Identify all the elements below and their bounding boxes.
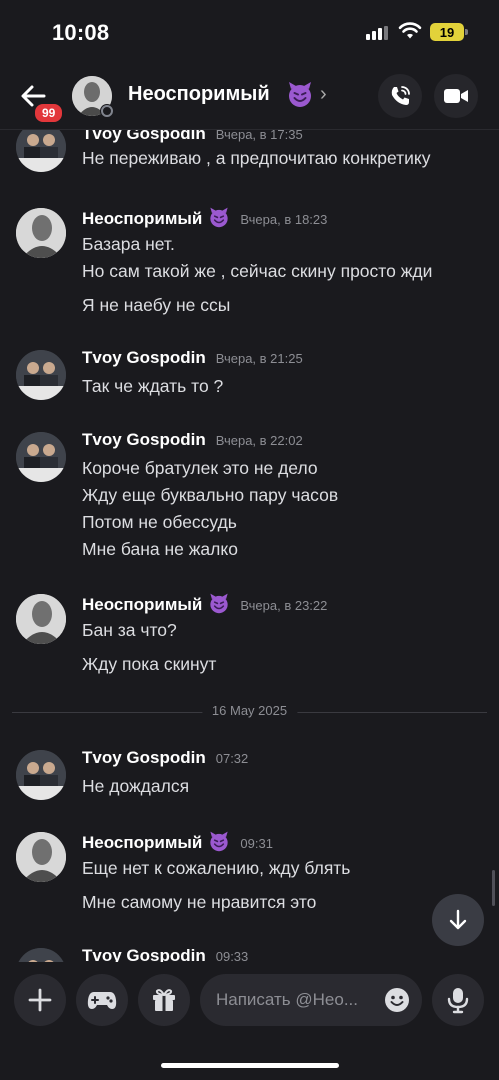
message-text: Короче братулек это не дело — [82, 458, 318, 478]
message-timestamp: Вчера, в 23:22 — [240, 598, 328, 613]
video-camera-icon — [444, 89, 468, 103]
chat-header: 99 Неоспоримый › — [0, 66, 499, 130]
activities-button[interactable] — [76, 974, 128, 1026]
message-author[interactable]: Неоспоримый 09:31 — [82, 830, 273, 853]
unread-badge: 99 — [33, 102, 65, 124]
message-list[interactable]: Tvoy Gospodin Вчера, в 17:35 Не переживаю… — [0, 130, 499, 962]
avatar[interactable] — [16, 832, 66, 882]
message-author[interactable]: Неоспоримый Вчера, в 18:23 — [82, 206, 327, 229]
smiling-devil-emoji-icon — [210, 831, 229, 852]
signal-icon — [366, 26, 388, 40]
message-text: Жду еще буквально пару часов — [82, 485, 339, 505]
message-timestamp: Вчера, в 21:25 — [215, 351, 303, 366]
message-timestamp: Вчера, в 22:02 — [215, 433, 303, 448]
message-timestamp: 07:32 — [215, 751, 249, 766]
call-button[interactable] — [378, 74, 422, 118]
chevron-right-icon[interactable]: › — [320, 83, 327, 106]
message-text: Жду пока скинут — [82, 654, 217, 674]
avatar[interactable] — [16, 594, 66, 644]
smiling-devil-emoji-icon — [289, 82, 311, 107]
video-call-button[interactable] — [434, 74, 478, 118]
jump-to-latest-button[interactable] — [432, 894, 484, 946]
avatar[interactable] — [16, 130, 66, 172]
phone-call-icon — [391, 86, 410, 105]
message-timestamp: Вчера, в 17:35 — [215, 130, 303, 142]
arrow-down-icon — [449, 909, 467, 930]
smiling-devil-emoji-icon — [210, 593, 229, 614]
date-divider: 16 May 2025 — [12, 702, 487, 722]
status-bar: 10:08 19 — [0, 0, 499, 66]
message-text: Не дождался — [82, 776, 190, 796]
message-text: Еще нет к сожалению, жду блять — [82, 858, 351, 878]
message-author[interactable]: Tvoy Gospodin Вчера, в 22:02 — [82, 430, 303, 450]
message-text: Так че ждать то ? — [82, 376, 224, 396]
contact-name[interactable]: Неоспоримый — [128, 83, 270, 106]
avatar[interactable] — [16, 208, 66, 258]
smiling-devil-emoji-icon — [210, 207, 229, 228]
message-text: Но сам такой же , сейчас скину просто жд… — [82, 261, 433, 281]
battery-indicator: 19 — [430, 23, 468, 41]
emoji-icon[interactable] — [384, 987, 410, 1013]
message-author[interactable]: Tvoy Gospodin 09:33 — [82, 946, 248, 962]
status-time: 10:08 — [52, 20, 110, 45]
message-input[interactable] — [216, 974, 374, 1026]
gamepad-icon — [87, 992, 117, 1009]
message-author[interactable]: Неоспоримый Вчера, в 23:22 — [82, 592, 327, 615]
message-text: Мне бана не жалко — [82, 539, 238, 559]
home-indicator — [161, 1063, 339, 1068]
message-text: Потом не обессудь — [82, 512, 237, 532]
message-text: Я не наебу не ссы — [82, 295, 231, 315]
scrollbar[interactable] — [492, 870, 495, 906]
avatar[interactable] — [16, 948, 66, 962]
voice-message-button[interactable] — [432, 974, 484, 1026]
plus-icon — [28, 988, 52, 1012]
microphone-icon — [447, 988, 469, 1014]
message-timestamp: 09:31 — [240, 836, 273, 851]
message-input-container[interactable] — [200, 974, 422, 1026]
avatar[interactable] — [16, 432, 66, 482]
presence-offline-icon — [100, 104, 114, 118]
avatar[interactable] — [16, 750, 66, 800]
wifi-icon — [398, 22, 422, 39]
message-author[interactable]: Tvoy Gospodin Вчера, в 21:25 — [82, 348, 303, 368]
message-author[interactable]: Tvoy Gospodin 07:32 — [82, 748, 248, 768]
message-text: Не переживаю , а предпочитаю конкретику — [82, 148, 431, 168]
gift-icon — [153, 989, 175, 1011]
gift-button[interactable] — [138, 974, 190, 1026]
add-attachment-button[interactable] — [14, 974, 66, 1026]
avatar[interactable] — [16, 350, 66, 400]
message-text: Мне самому не нравится это — [82, 892, 317, 912]
message-text: Бан за что? — [82, 620, 177, 640]
message-timestamp: Вчера, в 18:23 — [240, 212, 328, 227]
message-author[interactable]: Tvoy Gospodin Вчера, в 17:35 — [82, 130, 303, 144]
message-text: Базара нет. — [82, 234, 175, 254]
message-timestamp: 09:33 — [215, 949, 249, 962]
